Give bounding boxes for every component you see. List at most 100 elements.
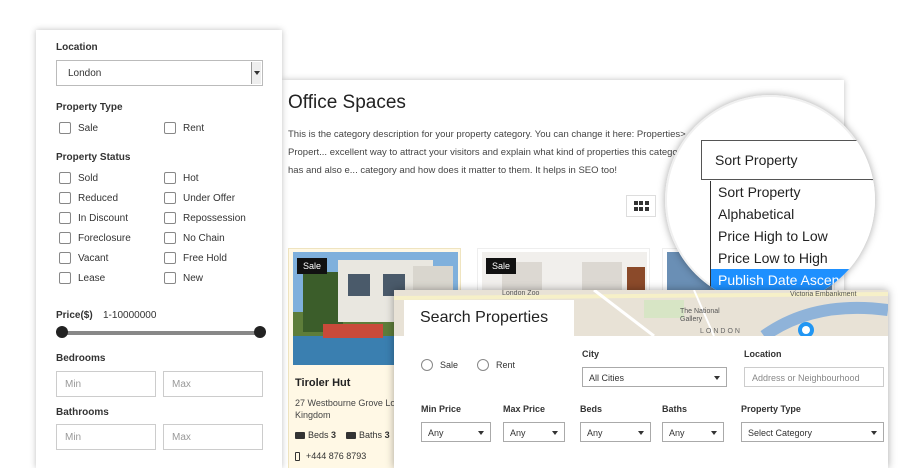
bathrooms-max-input[interactable]: Max <box>163 424 263 450</box>
bedrooms-max-input[interactable]: Max <box>163 371 263 397</box>
checkbox-label: Sold <box>78 172 99 184</box>
beds-select[interactable]: Any <box>580 422 651 442</box>
checkbox-box[interactable] <box>164 232 176 244</box>
sort-option-alphabetical[interactable]: Alphabetical <box>711 203 875 225</box>
status-checkbox-free-hold[interactable]: Free Hold <box>164 252 227 264</box>
property-name[interactable]: Tiroler Hut <box>295 377 350 389</box>
baths-select[interactable]: Any <box>662 422 724 442</box>
property-type-select[interactable]: Select Category <box>741 422 884 442</box>
chevron-down-icon <box>552 431 558 435</box>
checkbox-box[interactable] <box>59 212 71 224</box>
radio-circle[interactable] <box>421 359 433 371</box>
status-checkbox-in-discount[interactable]: In Discount <box>59 212 128 224</box>
checkbox-label: In Discount <box>78 212 129 224</box>
radio-circle[interactable] <box>477 359 489 371</box>
bedrooms-label: Bedrooms <box>56 353 106 364</box>
status-checkbox-under-offer[interactable]: Under Offer <box>164 192 235 204</box>
chevron-down-icon <box>711 431 717 435</box>
radio-label: Rent <box>496 360 516 370</box>
status-checkbox-foreclosure[interactable]: Foreclosure <box>59 232 131 244</box>
status-checkbox-vacant[interactable]: Vacant <box>59 252 108 264</box>
price-range-text: 1-10000000 <box>103 310 157 321</box>
location-value: London <box>68 68 102 79</box>
status-checkbox-repossession[interactable]: Repossession <box>164 212 246 224</box>
bathrooms-min-input[interactable]: Min <box>56 424 156 450</box>
baths-label: Baths <box>359 430 383 440</box>
checkbox-box[interactable] <box>59 172 71 184</box>
city-label: City <box>582 349 600 359</box>
sort-property-select[interactable]: Sort Property <box>701 140 875 180</box>
price-slider-track[interactable] <box>62 331 260 335</box>
property-phone: +444 876 8793 <box>295 451 366 461</box>
checkbox-box[interactable] <box>59 192 71 204</box>
chevron-down-icon[interactable] <box>251 62 261 84</box>
baths-label: Baths <box>662 404 688 414</box>
checkbox-box[interactable] <box>164 212 176 224</box>
baths-count: 3 <box>384 430 390 440</box>
bedrooms-min-input[interactable]: Min <box>56 371 156 397</box>
checkbox-label: Sale <box>78 122 99 134</box>
checkbox-box[interactable] <box>164 192 176 204</box>
checkbox-label: Repossession <box>183 212 246 224</box>
map-label: LONDON <box>700 328 742 335</box>
checkbox-label: New <box>183 272 204 284</box>
sale-badge: Sale <box>297 258 328 274</box>
beds-count: 3 <box>331 430 337 440</box>
grid-view-button[interactable] <box>626 195 656 217</box>
sort-option-publish-date[interactable]: Publish Date Ascend <box>711 269 875 291</box>
checkbox-box[interactable] <box>164 272 176 284</box>
price-slider-max-handle[interactable] <box>254 326 266 338</box>
checkbox-label: Rent <box>183 122 205 134</box>
status-checkbox-new[interactable]: New <box>164 272 203 284</box>
sort-option-price-high-low[interactable]: Price High to Low <box>711 225 875 247</box>
search-properties-panel: London Zoo The National Gallery LONDON V… <box>394 290 888 468</box>
beds-label: Beds <box>580 404 603 414</box>
phone-number: +444 876 8793 <box>306 451 367 461</box>
search-radio-rent[interactable]: Rent <box>477 359 515 371</box>
filter-sidebar: Location London Property Type Sale Rent … <box>36 30 282 468</box>
price-slider-min-handle[interactable] <box>56 326 68 338</box>
checkbox-box[interactable] <box>59 252 71 264</box>
map-label: Victoria Embankment <box>790 291 857 298</box>
category-description: This is the category description for you… <box>288 129 686 176</box>
checkbox-box[interactable] <box>59 272 71 284</box>
beds-label: Beds <box>308 430 329 440</box>
checkbox-box[interactable] <box>59 122 71 134</box>
page-title: Office Spaces <box>288 92 406 113</box>
location-input[interactable]: Address or Neighbourhood <box>744 367 884 387</box>
search-radio-sale[interactable]: Sale <box>421 359 458 371</box>
status-checkbox-lease[interactable]: Lease <box>59 272 105 284</box>
status-checkbox-reduced[interactable]: Reduced <box>59 192 118 204</box>
bath-icon <box>346 432 357 440</box>
max-price-label: Max Price <box>503 404 546 414</box>
search-panel-title: Search Properties <box>404 300 574 338</box>
sort-option-price-low-high[interactable]: Price Low to High <box>711 247 875 269</box>
radio-label: Sale <box>440 360 459 370</box>
checkbox-label: Hot <box>183 172 199 184</box>
baths-info: Baths 3 <box>346 430 390 440</box>
status-checkbox-sold[interactable]: Sold <box>59 172 98 184</box>
checkbox-label: Vacant <box>78 252 109 264</box>
status-checkbox-no-chain[interactable]: No Chain <box>164 232 225 244</box>
status-checkbox-hot[interactable]: Hot <box>164 172 199 184</box>
property-type-label: Property Type <box>56 102 123 113</box>
location-select[interactable]: London <box>56 60 263 86</box>
checkbox-box[interactable] <box>59 232 71 244</box>
checkbox-box[interactable] <box>164 252 176 264</box>
min-price-select[interactable]: Any <box>421 422 491 442</box>
city-select[interactable]: All Cities <box>582 367 727 387</box>
max-price-select[interactable]: Any <box>503 422 565 442</box>
type-checkbox-sale[interactable]: Sale <box>59 122 98 134</box>
chevron-down-icon <box>871 431 877 435</box>
min-price-label: Min Price <box>421 404 462 414</box>
map-label: The National Gallery <box>680 308 720 323</box>
sort-option-default[interactable]: Sort Property <box>711 181 875 203</box>
checkbox-label: Under Offer <box>183 192 236 204</box>
property-meta: Beds 3 Baths 3 <box>295 430 390 440</box>
checkbox-box[interactable] <box>164 172 176 184</box>
checkbox-box[interactable] <box>164 122 176 134</box>
type-checkbox-rent[interactable]: Rent <box>164 122 204 134</box>
city-value: All Cities <box>589 373 625 383</box>
select-value: Any <box>669 428 685 438</box>
location-label: Location <box>744 349 782 359</box>
